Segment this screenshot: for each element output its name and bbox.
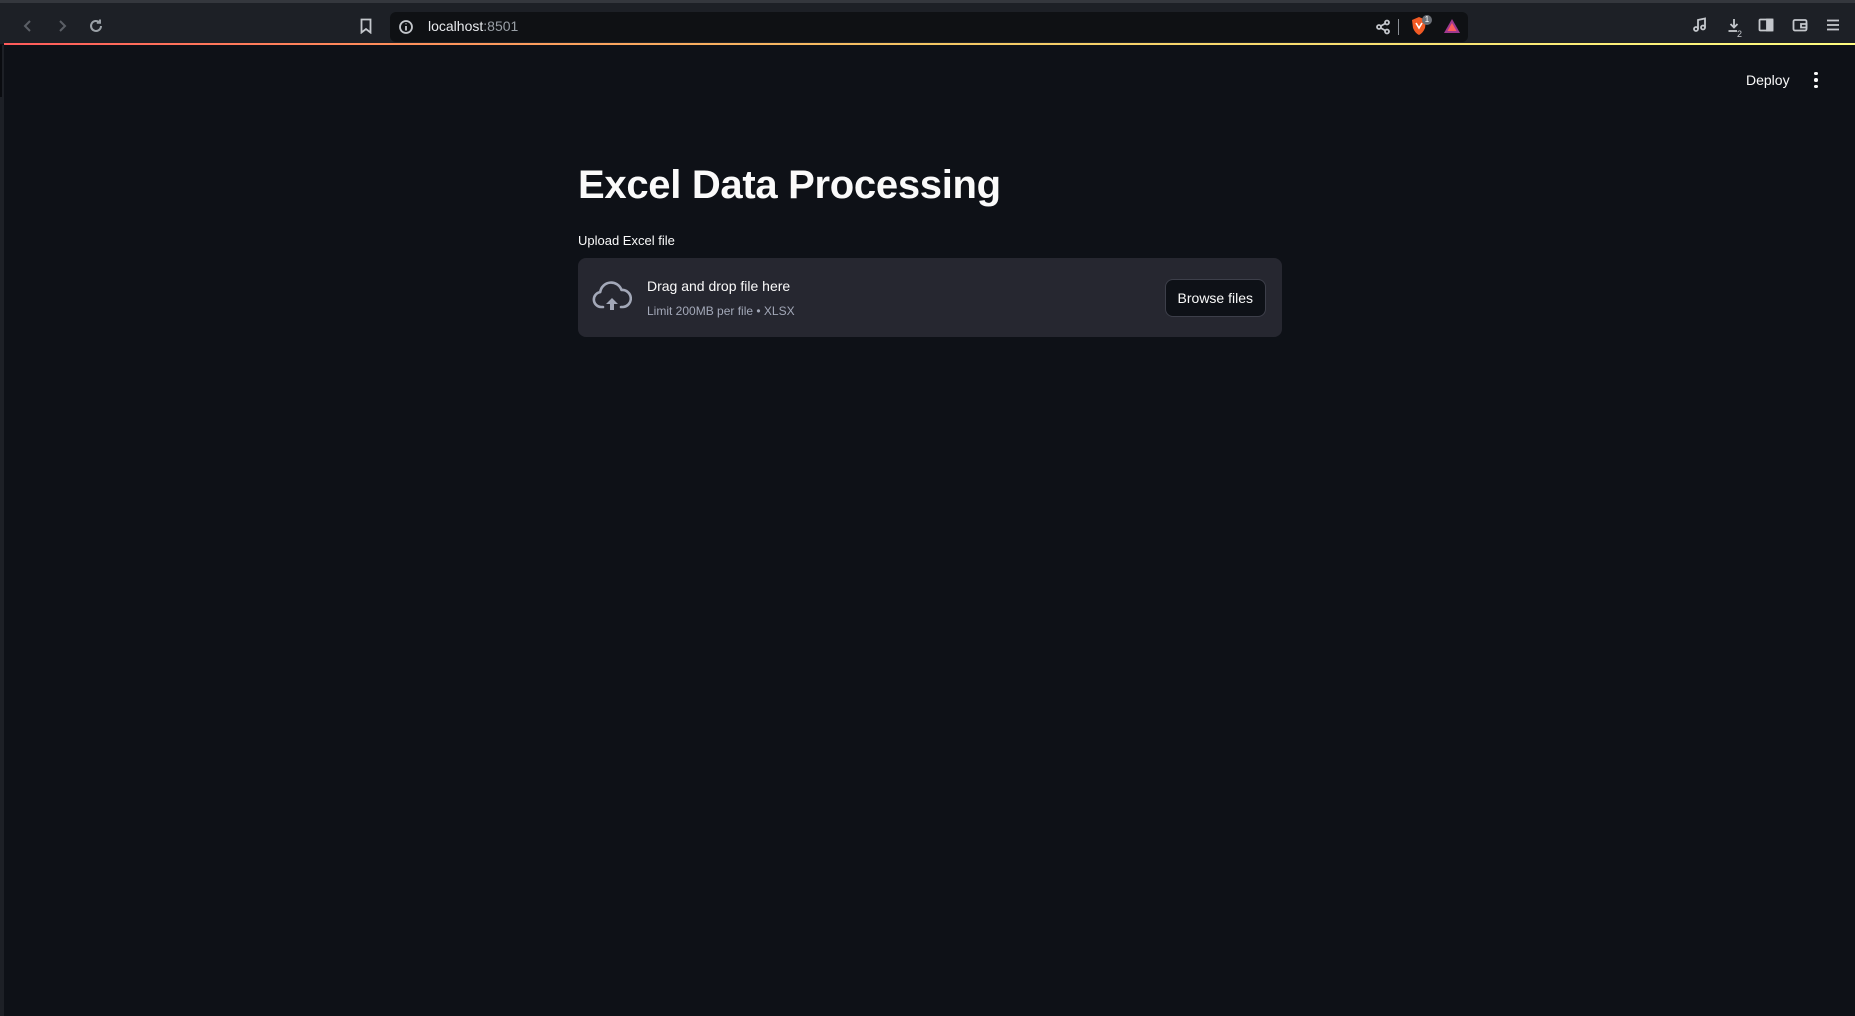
file-dropzone[interactable]: Drag and drop file here Limit 200MB per … <box>578 258 1282 337</box>
reload-icon[interactable] <box>84 14 108 38</box>
upload-label: Upload Excel file <box>578 233 675 248</box>
menu-icon[interactable] <box>1823 15 1843 35</box>
loading-accent-line <box>4 43 1855 45</box>
bookmark-icon[interactable] <box>356 16 376 36</box>
forward-icon[interactable] <box>50 14 74 38</box>
media-icon[interactable] <box>1690 15 1710 35</box>
page-title: Excel Data Processing <box>578 163 1001 207</box>
url-port: :8501 <box>483 18 519 34</box>
drop-title: Drag and drop file here <box>647 278 791 294</box>
sidebar-icon[interactable] <box>1756 15 1776 35</box>
shields-badge: 1 <box>1422 15 1432 25</box>
cloud-upload-icon <box>592 281 632 310</box>
main-content: Excel Data Processing Upload Excel file … <box>578 155 1282 337</box>
downloads-count: 2 <box>1737 29 1743 39</box>
address-separator <box>1398 19 1399 35</box>
kebab-dot <box>1814 71 1818 76</box>
share-icon[interactable] <box>1374 18 1392 36</box>
window-edge <box>0 45 4 1016</box>
address-bar[interactable]: localhost:8501 <box>390 12 1468 42</box>
url-host: localhost <box>428 18 484 34</box>
back-icon[interactable] <box>16 14 40 38</box>
brave-rewards-icon[interactable] <box>1441 15 1463 37</box>
site-info-icon[interactable] <box>398 19 414 35</box>
browse-files-button[interactable]: Browse files <box>1164 279 1266 317</box>
window-edge-shadow <box>0 45 2 97</box>
browser-toolbar: localhost:8501 1 2 <box>0 0 1855 44</box>
kebab-dot <box>1814 84 1818 89</box>
kebab-menu-icon[interactable] <box>1806 69 1826 91</box>
drop-hint: Limit 200MB per file • XLSX <box>647 304 795 318</box>
deploy-button[interactable]: Deploy <box>1738 68 1798 92</box>
wallet-icon[interactable] <box>1790 15 1810 35</box>
kebab-dot <box>1814 78 1818 82</box>
url-text[interactable]: localhost:8501 <box>428 18 518 34</box>
